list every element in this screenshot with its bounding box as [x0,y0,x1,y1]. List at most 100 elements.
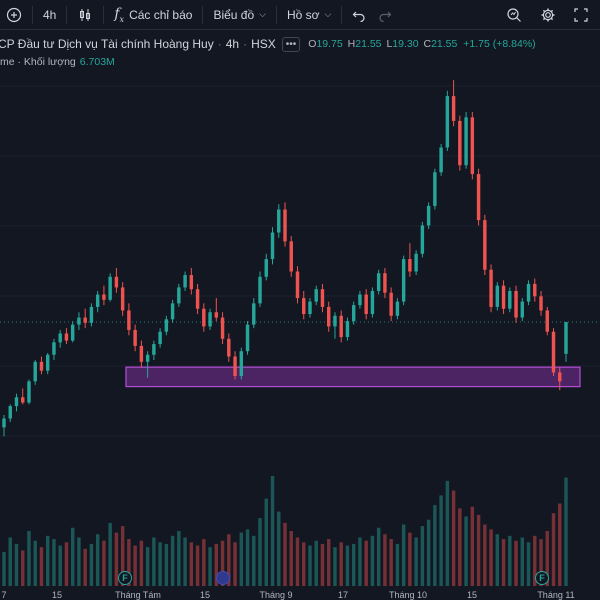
candle-body [89,306,94,323]
volume-bar [408,532,412,586]
time-axis-label: 7 [1,590,7,600]
add-symbol-button[interactable] [0,2,28,28]
time-axis: 7 15 Tháng Tám 15 Tháng 9 17 Tháng 10 15… [0,590,600,600]
close-label: C [423,38,432,50]
candle-body [258,276,262,304]
volume-bar [177,531,181,586]
candle-body [408,259,412,272]
candle-body [476,174,481,221]
chevron-down-icon: ⌵ [324,9,332,19]
financials-event-marker[interactable]: F [535,571,549,585]
candle-body [501,285,506,309]
redo-icon [379,11,392,22]
candle-body [208,312,212,327]
volume-bar [558,503,562,586]
chart-menu-button[interactable]: Biểu đồ ⌵ [207,2,272,28]
settings-button[interactable] [534,2,562,28]
candle-body [445,96,450,148]
volume-bar [551,513,556,586]
candle-body [358,294,362,306]
price-chart[interactable] [0,66,600,588]
candle-body [489,269,493,307]
interval-button[interactable]: 4h [37,2,62,28]
time-axis-label: Tháng Tám [115,590,161,600]
volume-bar [326,539,331,586]
volume-bar [433,505,437,586]
volume-bar [476,514,481,586]
volume-bar [420,526,425,586]
toolbar-divider [32,5,33,24]
candle-body [195,289,200,309]
candle-body [245,324,250,352]
legend-separator: · [217,37,222,51]
candle-body [152,344,156,355]
volume-bar [445,480,450,586]
candle-body [145,354,150,362]
gear-icon [541,8,555,22]
time-axis-label: Tháng 9 [259,590,293,600]
volume-bar [370,535,375,586]
volume-bar [302,542,306,586]
dividend-event-marker[interactable] [216,571,230,585]
volume-bar [483,524,487,586]
volume-bar [451,490,456,586]
financials-event-marker[interactable]: F [118,571,132,585]
legend-more-button[interactable]: ••• [281,36,301,52]
volume-bar [158,542,162,586]
candle-body [239,351,244,376]
volume-bar [164,543,169,586]
candle-body [158,331,162,345]
volume-bar [264,498,268,586]
volume-bar [464,516,468,586]
candle-body [351,305,356,322]
volume-bar [470,506,475,586]
volume-bar [145,547,150,586]
candle-body [558,372,562,382]
volume-bar [345,545,350,586]
low-value: 19.30 [392,38,419,50]
candle-body [33,361,37,382]
volume-bar [189,542,194,586]
volume-bar [21,550,25,586]
candle-body [470,117,475,175]
candle-body [514,290,518,318]
candle-body [270,232,275,260]
volume-bar [383,534,387,586]
volume-bar [395,543,400,586]
candle-body [339,315,343,338]
undo-icon [352,11,365,22]
candle-body [252,303,256,325]
candle-body [395,301,400,316]
candle-body [433,172,437,206]
candle-body [233,356,237,376]
profile-menu-label: Hồ sơ [286,7,320,22]
volume-bar [170,535,175,586]
symbol-title[interactable]: CP Đầu tư Dịch vụ Tài chính Hoàng Huy [0,37,214,51]
profile-menu-button[interactable]: Hồ sơ ⌵ [281,2,337,28]
fullscreen-button[interactable] [568,2,594,28]
candle-body [170,303,175,320]
ohlc-values: O19.75 H21.55 L19.30 C21.55 +1.75 (+8.84… [306,38,535,50]
indicators-button[interactable]: fx Các chỉ báo [108,2,198,28]
undo-button[interactable] [346,2,372,28]
redo-button[interactable] [372,2,398,28]
candle-body [333,315,337,327]
candle-body [264,259,268,277]
fullscreen-icon [574,8,588,22]
indicators-label: Các chỉ báo [129,7,193,22]
candle-body [451,96,456,121]
candle-body [14,397,19,407]
volume-bar [183,537,187,586]
volume-bar [245,529,250,586]
toolbar-divider [202,5,204,24]
candle-body [177,287,181,304]
candle-body [108,276,112,300]
candle-body [458,120,462,166]
candle-body [508,290,512,309]
time-axis-label: 15 [466,590,478,600]
volume-bar [89,543,94,586]
candle-body [183,275,187,288]
volume-bar [526,542,531,586]
chart-type-button[interactable] [71,2,99,28]
quick-search-button[interactable] [500,2,528,28]
